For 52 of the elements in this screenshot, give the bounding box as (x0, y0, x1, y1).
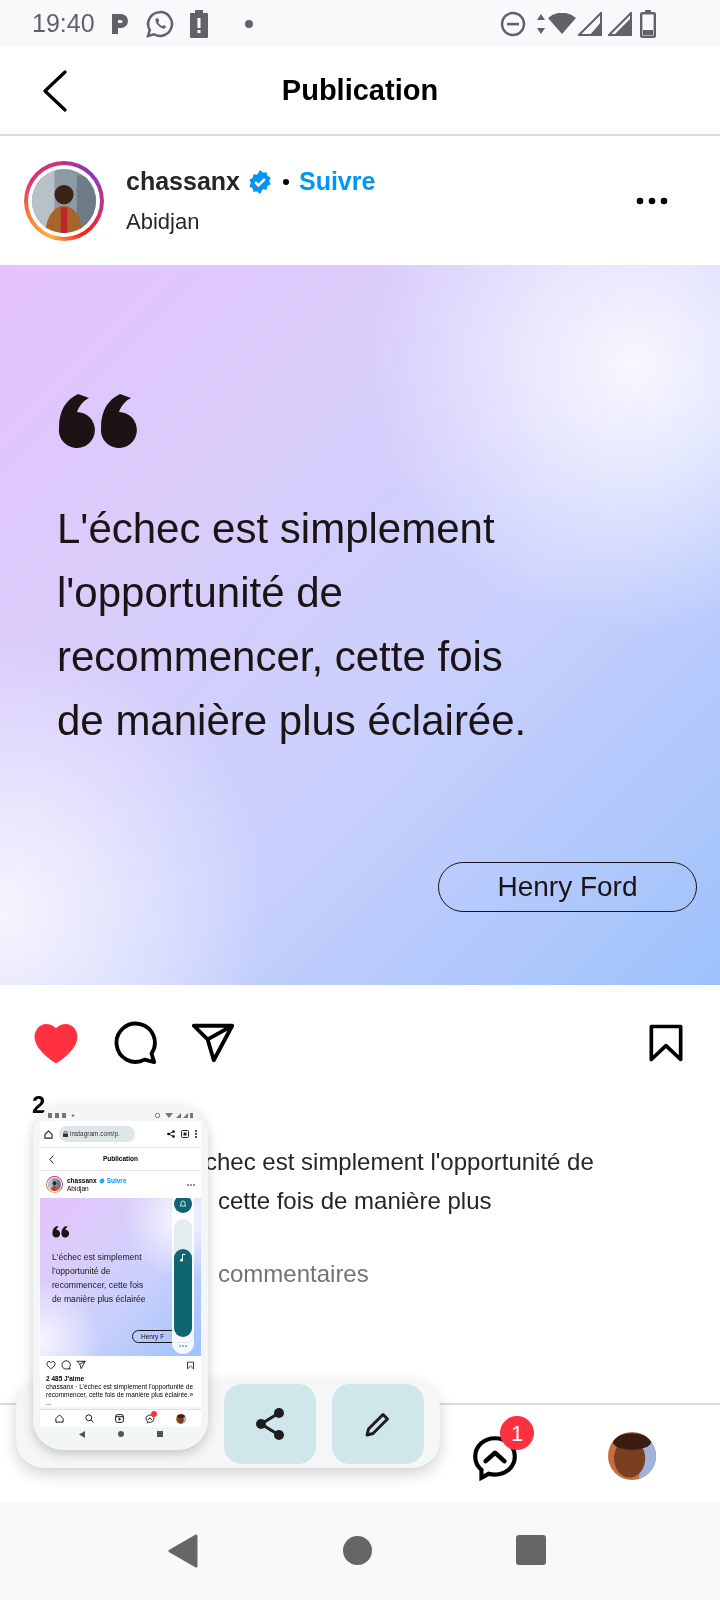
comment-icon[interactable] (61, 1360, 71, 1370)
share-icon (255, 1408, 285, 1440)
signal-icon (608, 11, 632, 36)
home-nav-icon[interactable] (343, 1536, 372, 1565)
status-time: 19:40 (32, 7, 95, 39)
home-icon[interactable] (44, 1129, 53, 1139)
mute-button[interactable] (174, 1198, 192, 1213)
quote-mark-icon (58, 394, 140, 450)
signal-icon (578, 11, 602, 36)
username[interactable]: chassanx (126, 163, 240, 201)
caption-text: cette fois de manière plus (218, 1186, 492, 1216)
home-nav-icon[interactable] (117, 1431, 124, 1437)
verified-badge-icon (98, 1177, 105, 1184)
recents-nav-icon[interactable] (156, 1431, 163, 1437)
edit-button[interactable] (332, 1384, 424, 1464)
back-nav-icon[interactable] (78, 1430, 85, 1438)
messenger-icon[interactable] (145, 1413, 156, 1424)
share-icon[interactable] (76, 1360, 86, 1370)
share-icon[interactable] (167, 1130, 175, 1138)
tabs-icon[interactable] (181, 1130, 189, 1138)
like-icon[interactable] (46, 1360, 56, 1370)
more-options-icon[interactable] (636, 196, 668, 205)
quote-text: L'échec est simplement l'opportunité de recommencer, cette fois de manière plus éclairée (52, 1251, 146, 1306)
bell-icon (179, 1200, 187, 1208)
quote-text: L'échec est simplement l'opportunité de recommencer, cette fois de manière plus éclairée. (57, 504, 527, 746)
quote-mark-icon (52, 1226, 70, 1238)
search-icon[interactable] (84, 1414, 94, 1423)
notification-badge: 1 (500, 1416, 534, 1450)
page-title: Publication (281, 72, 439, 108)
wifi-icon (548, 12, 576, 35)
lock-icon (63, 1131, 68, 1137)
battery-alert-icon (188, 9, 209, 38)
video-icon[interactable] (114, 1414, 124, 1423)
music-note-icon (180, 1253, 186, 1262)
back-nav-icon[interactable] (168, 1534, 198, 1568)
battery-icon (640, 9, 656, 38)
back-icon[interactable] (42, 70, 68, 112)
home-icon[interactable] (54, 1414, 64, 1423)
data-arrows-icon (536, 12, 546, 35)
likes-count[interactable]: 2 (0, 1090, 720, 1120)
volume-slider[interactable] (174, 1219, 192, 1337)
author-tag: Henry Ford (438, 862, 697, 912)
view-comments-link[interactable]: commentaires (218, 1256, 369, 1292)
share-button[interactable] (224, 1384, 316, 1464)
notification-dot-icon (244, 19, 253, 28)
location-link[interactable]: Abidjan (126, 204, 376, 238)
back-icon[interactable] (49, 1155, 54, 1164)
comment-icon[interactable] (112, 1019, 158, 1066)
chat-bubble-icon (144, 8, 175, 39)
do-not-disturb-icon (500, 10, 526, 37)
bookmark-icon[interactable] (186, 1360, 195, 1370)
status-icons-drawing (155, 1112, 193, 1118)
